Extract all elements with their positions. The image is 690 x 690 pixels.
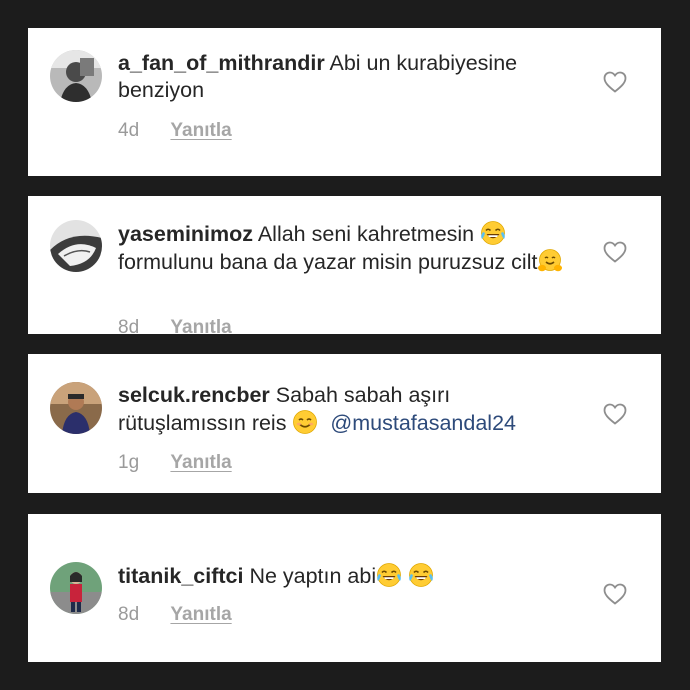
mention-link[interactable]: @mustafasandal24 (330, 411, 516, 435)
heart-icon[interactable] (603, 583, 627, 605)
user-avatar-photo-icon (50, 562, 102, 614)
username-link[interactable]: selcuk.rencber (118, 383, 270, 407)
comment-body: Ne yaptın abi (249, 564, 377, 588)
comment-age: 4d (118, 120, 140, 141)
face-with-tears-of-joy-icon (408, 562, 434, 588)
avatar[interactable] (50, 562, 102, 614)
reply-button[interactable]: Yanıtla (170, 317, 231, 334)
reply-button[interactable]: Yanıtla (170, 452, 231, 474)
comment-card: a_fan_of_mithrandir Abi un kurabiyesine … (28, 28, 661, 176)
comment-text: a_fan_of_mithrandir Abi un kurabiyesine … (118, 50, 578, 104)
heart-icon[interactable] (603, 241, 627, 263)
comment-age: 8d (118, 604, 140, 625)
comment-text: selcuk.rencber Sabah sabah aşırı rütuşla… (118, 382, 578, 437)
user-avatar-photo-icon (50, 220, 102, 272)
hugging-face-icon (537, 248, 563, 274)
username-link[interactable]: a_fan_of_mithrandir (118, 51, 325, 75)
comment-text: titanik_ciftci Ne yaptın abi (118, 562, 578, 590)
avatar[interactable] (50, 382, 102, 434)
face-with-tears-of-joy-icon (376, 562, 402, 588)
comment-meta: 8d Yanıtla (118, 317, 232, 334)
comment-text: yaseminimoz Allah seni kahretmesin formu… (118, 220, 578, 276)
heart-icon[interactable] (603, 403, 627, 425)
reply-button[interactable]: Yanıtla (170, 120, 231, 142)
comment-body: Allah seni kahretmesin (257, 222, 475, 246)
comment-meta: 4d Yanıtla (118, 120, 232, 142)
comment-body-continued: formulunu bana da yazar misin puruzsuz c… (118, 250, 538, 274)
comment-card: yaseminimoz Allah seni kahretmesin formu… (28, 196, 661, 334)
comment-age: 1g (118, 452, 140, 473)
comment-age: 8d (118, 317, 140, 334)
username-link[interactable]: yaseminimoz (118, 222, 253, 246)
avatar[interactable] (50, 50, 102, 102)
heart-icon[interactable] (603, 71, 627, 93)
user-avatar-photo-icon (50, 50, 102, 102)
user-avatar-photo-icon (50, 382, 102, 434)
comment-meta: 1g Yanıtla (118, 452, 232, 474)
comment-card: titanik_ciftci Ne yaptın abi 8d Yanıtla (28, 514, 661, 662)
comment-meta: 8d Yanıtla (118, 604, 232, 626)
face-with-tears-of-joy-icon (480, 220, 506, 246)
comment-card: selcuk.rencber Sabah sabah aşırı rütuşla… (28, 354, 661, 493)
reply-button[interactable]: Yanıtla (170, 604, 231, 626)
username-link[interactable]: titanik_ciftci (118, 564, 243, 588)
avatar[interactable] (50, 220, 102, 272)
smiling-face-icon (292, 409, 318, 435)
